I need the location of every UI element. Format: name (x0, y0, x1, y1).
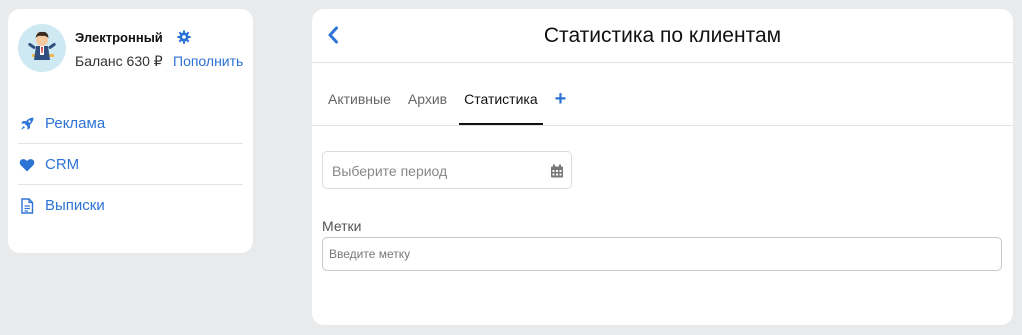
topup-link[interactable]: Пополнить (173, 53, 243, 69)
gear-icon (177, 30, 191, 44)
heart-icon (19, 157, 35, 173)
period-placeholder: Выберите период (332, 163, 448, 179)
sidebar-item-label: Выписки (45, 197, 105, 214)
rocket-icon (19, 116, 35, 132)
period-picker[interactable]: Выберите период (322, 151, 572, 189)
calendar-icon (551, 164, 563, 178)
chevron-left-icon[interactable] (324, 23, 342, 47)
page-title: Статистика по клиентам (543, 24, 782, 47)
document-icon (19, 197, 35, 214)
sidebar-item-label: Реклама (45, 115, 106, 132)
profile-name: Электронный (75, 30, 163, 45)
sidebar-item-crm[interactable]: CRM (18, 144, 243, 185)
sidebar-item-ads[interactable]: Реклама (18, 103, 243, 144)
tab-archive[interactable]: Архив (408, 91, 447, 125)
tab-active[interactable]: Активные (328, 91, 391, 125)
sidebar-item-statements[interactable]: Выписки (18, 185, 243, 226)
sidebar-item-label: CRM (45, 156, 80, 173)
main-card: Статистика по клиентам Активные Архив Ст… (312, 9, 1013, 325)
divider (312, 62, 1013, 63)
tab-statistics[interactable]: Статистика (459, 91, 543, 125)
add-tab-button[interactable]: + (555, 89, 567, 125)
balance-text: Баланс 630 ₽ (75, 53, 163, 69)
tags-label: Метки (322, 218, 362, 234)
tab-bar: Активные Архив Статистика + (328, 89, 567, 125)
sidebar-card: Электронный Баланс 630 ₽ Пополнить Рекла… (8, 9, 253, 253)
tags-input[interactable] (322, 237, 1002, 271)
divider (312, 125, 1013, 126)
avatar[interactable] (18, 24, 66, 72)
